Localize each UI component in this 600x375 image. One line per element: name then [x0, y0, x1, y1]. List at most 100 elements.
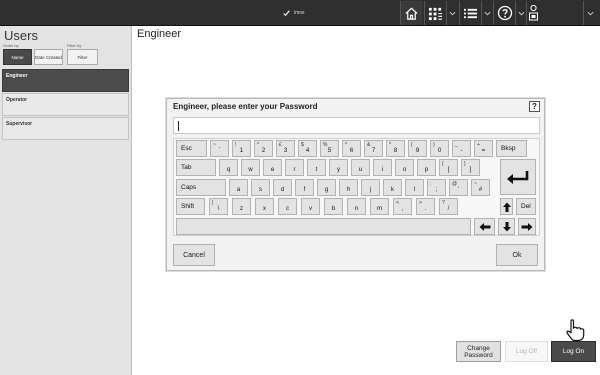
key-char-3[interactable]: e: [263, 159, 282, 176]
user-switch-button[interactable]: [526, 1, 540, 25]
key-char-4[interactable]: r: [285, 159, 304, 176]
brand-logo: imos: [282, 6, 305, 20]
key-char-1[interactable]: ~ `: [210, 140, 229, 157]
key-char-12[interactable]: ~ #: [471, 179, 490, 196]
ok-button[interactable]: Ok: [496, 244, 538, 266]
layout-button[interactable]: [424, 1, 446, 25]
key-label: #: [478, 187, 483, 193]
key-char-4[interactable]: c: [278, 198, 297, 215]
key-char-7[interactable]: ^ 6: [342, 140, 361, 157]
key-char-9[interactable]: <,: [393, 198, 412, 215]
key-tab[interactable]: Tab: [176, 159, 216, 176]
arrow-down-icon: [502, 221, 511, 231]
key-char-11[interactable]: @ ': [449, 179, 468, 196]
key-char-11[interactable]: {[: [439, 159, 458, 176]
key-char-5[interactable]: v: [301, 198, 320, 215]
layout-dropdown[interactable]: [446, 1, 457, 25]
key-del[interactable]: Del: [516, 198, 536, 215]
key-char-2[interactable]: z: [232, 198, 251, 215]
key-label: 2: [261, 148, 266, 154]
key-char-9[interactable]: l: [405, 179, 424, 196]
key-shift[interactable]: Shift: [176, 198, 205, 215]
key-char-11[interactable]: ) 0: [430, 140, 449, 157]
key-label: [: [447, 167, 450, 173]
key-char-6[interactable]: h: [339, 179, 358, 196]
key-label: 4: [305, 148, 310, 154]
key-caps[interactable]: Caps: [176, 179, 226, 196]
key-char-10[interactable]: :;: [427, 179, 446, 196]
sort-filter-bar: Order by Filter by Name Date Created Fil…: [0, 43, 132, 68]
log-on-button[interactable]: Log On: [551, 341, 596, 362]
key-arrow-left[interactable]: [474, 218, 495, 235]
key-char-9[interactable]: o: [395, 159, 414, 176]
cancel-button[interactable]: Cancel: [173, 244, 215, 266]
filter-button[interactable]: Filter: [67, 49, 98, 65]
user-item-engineer[interactable]: Engineer: [2, 69, 129, 92]
key-char-7[interactable]: u: [351, 159, 370, 176]
key-label: .: [424, 206, 427, 212]
help-dropdown[interactable]: [515, 1, 526, 25]
key-bksp[interactable]: Bksp: [496, 140, 527, 157]
key-char-8[interactable]: k: [383, 179, 402, 196]
user-item-operator[interactable]: Operator: [2, 93, 129, 116]
key-char-1[interactable]: a: [229, 179, 248, 196]
key-char-10[interactable]: >.: [416, 198, 435, 215]
key-char-3[interactable]: d: [273, 179, 292, 196]
key-char-12[interactable]: }]: [461, 159, 480, 176]
key-label: ': [457, 187, 460, 193]
key-char-6[interactable]: y: [329, 159, 348, 176]
list-dropdown[interactable]: [481, 1, 492, 25]
key-label: q: [226, 167, 231, 173]
key-label: c: [286, 206, 289, 212]
main-dropdown[interactable]: [583, 1, 597, 25]
key-label: j: [369, 187, 372, 193]
dialog-help-button[interactable]: ?: [529, 101, 540, 112]
key-arrow-up[interactable]: [500, 198, 513, 215]
key-char-4[interactable]: £3: [276, 140, 295, 157]
filter-by-label: Filter by: [67, 43, 82, 48]
order-by-date-button[interactable]: Date Created: [34, 49, 63, 65]
key-arrow-down[interactable]: [498, 218, 515, 235]
key-char-7[interactable]: j: [361, 179, 380, 196]
key-char-1[interactable]: q: [219, 159, 238, 176]
order-by-name-button[interactable]: Name: [3, 49, 32, 65]
key-char-5[interactable]: t: [307, 159, 326, 176]
key-char-1[interactable]: | \: [209, 198, 228, 215]
key-char-12[interactable]: _ -: [452, 140, 471, 157]
key-char-10[interactable]: (9: [408, 140, 427, 157]
key-esc[interactable]: Esc: [176, 140, 207, 157]
key-char-4[interactable]: f: [295, 179, 314, 196]
key-char-13[interactable]: + =: [474, 140, 493, 157]
user-item-supervisor[interactable]: Supervisor: [2, 117, 129, 140]
logo-icon: [282, 10, 291, 16]
key-char-10[interactable]: p: [417, 159, 436, 176]
key-char-5[interactable]: g: [317, 179, 336, 196]
key-char-5[interactable]: $4: [298, 140, 317, 157]
key-char-7[interactable]: n: [347, 198, 366, 215]
home-button[interactable]: [400, 1, 422, 25]
key-label: 3: [283, 148, 288, 154]
key-char-8[interactable]: i: [373, 159, 392, 176]
key-char-6[interactable]: b: [324, 198, 343, 215]
key-arrow-right[interactable]: [518, 218, 536, 235]
key-char-2[interactable]: s: [251, 179, 270, 196]
key-char-6[interactable]: % 5: [320, 140, 339, 157]
key-char-2[interactable]: ! 1: [232, 140, 251, 157]
key-label: e: [270, 167, 275, 173]
log-off-button[interactable]: Log Off: [505, 341, 548, 362]
key-char-11[interactable]: ? /: [439, 198, 458, 215]
key-char-8[interactable]: m: [370, 198, 389, 215]
password-field[interactable]: [173, 117, 540, 134]
home-icon: [405, 7, 418, 20]
key-char-3[interactable]: ^ 2: [254, 140, 273, 157]
key-char-8[interactable]: & 7: [364, 140, 383, 157]
help-button[interactable]: [493, 1, 515, 25]
key-enter[interactable]: [500, 159, 536, 195]
password-dialog: Engineer, please enter your Password ? D…: [166, 98, 545, 271]
change-password-button[interactable]: Change Password: [456, 341, 501, 362]
key-char-9[interactable]: * 8: [386, 140, 405, 157]
list-button[interactable]: [459, 1, 481, 25]
key-char-2[interactable]: w: [241, 159, 260, 176]
key-space[interactable]: [176, 218, 471, 235]
key-char-3[interactable]: x: [255, 198, 274, 215]
